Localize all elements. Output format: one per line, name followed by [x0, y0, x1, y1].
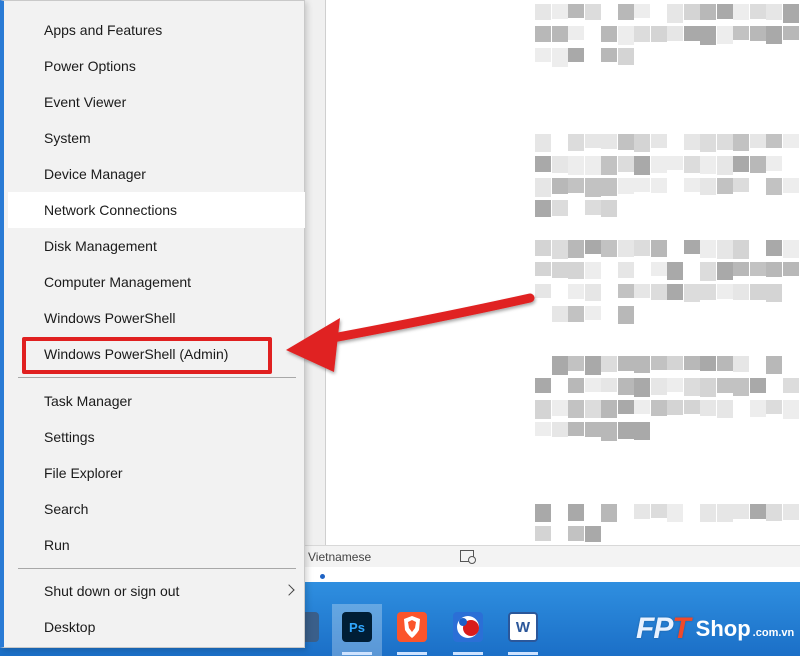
- annotation-arrow-icon: [286, 293, 535, 372]
